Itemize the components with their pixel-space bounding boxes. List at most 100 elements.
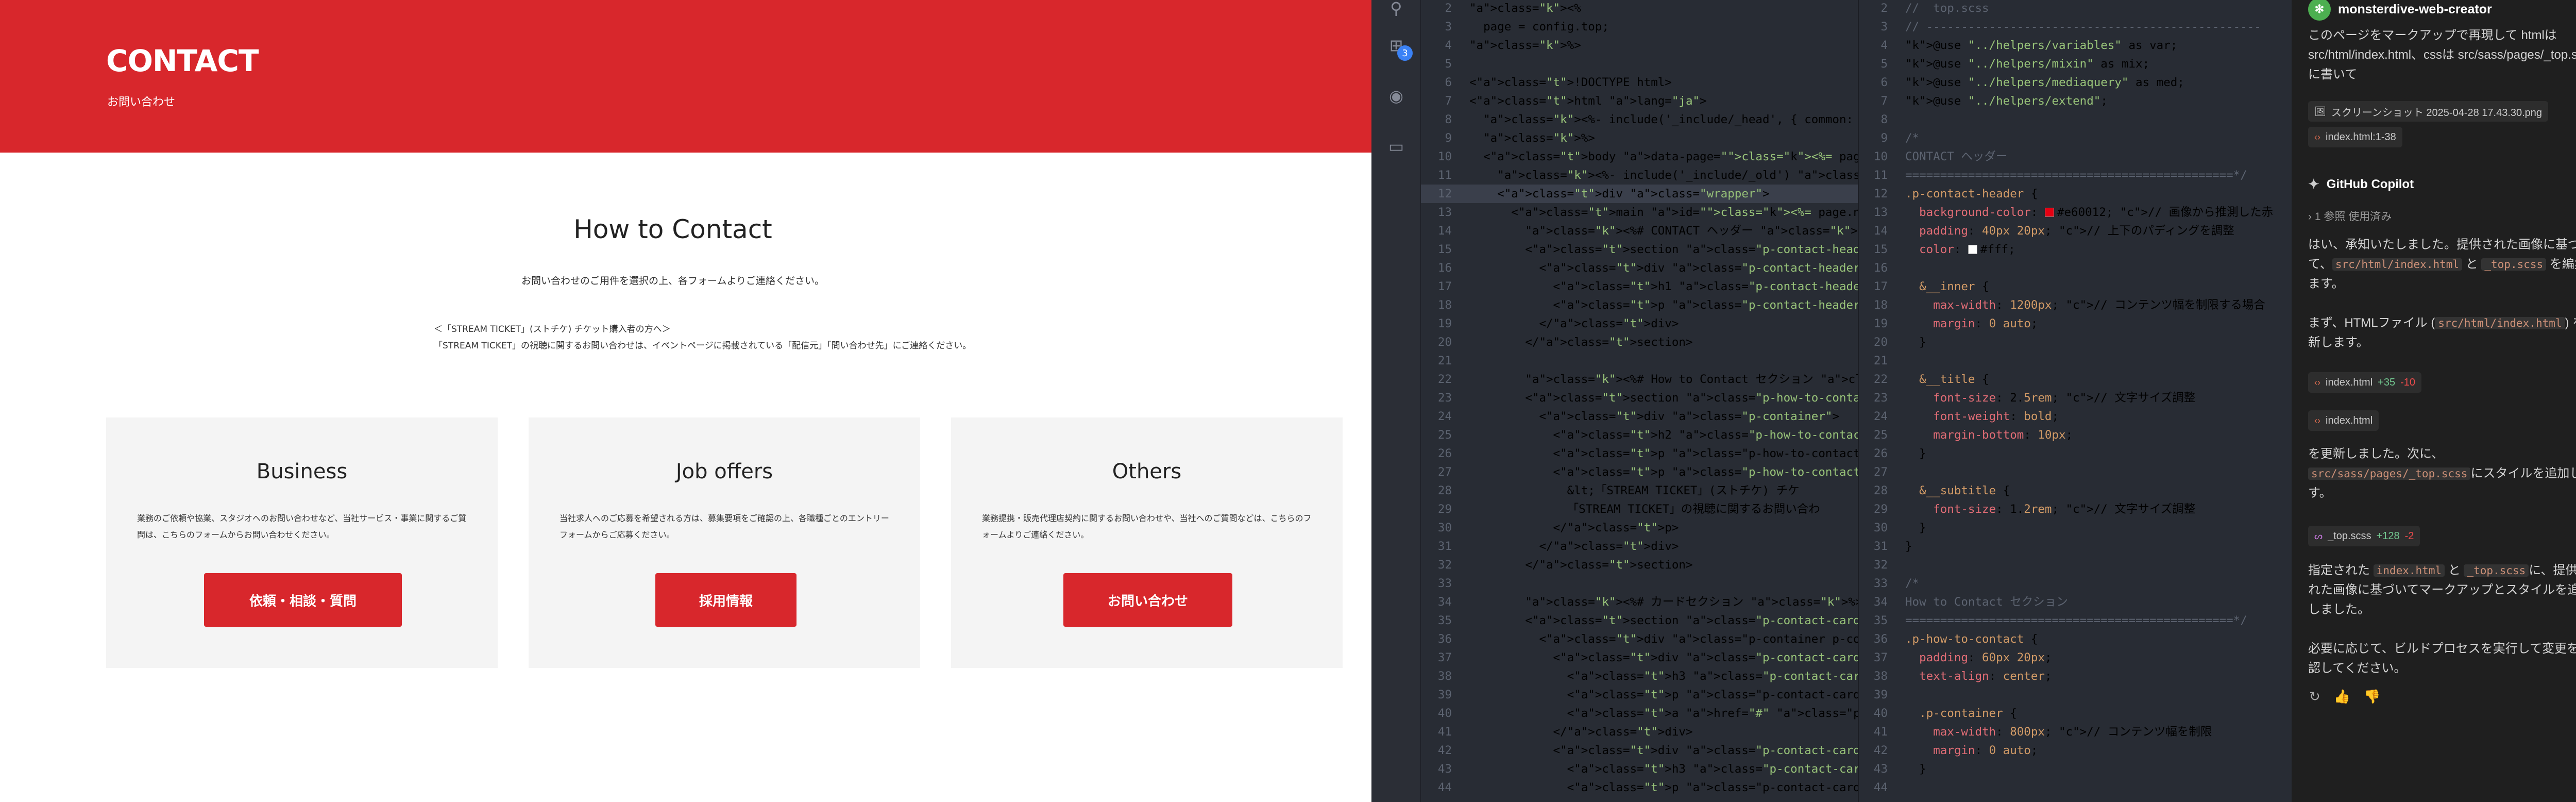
code-line[interactable]: 22 "a">class="k"><%# How to Contact セクショ… xyxy=(1421,370,1858,389)
code-line[interactable]: 44 xyxy=(1859,778,2292,797)
code-line[interactable]: 35 ======================================… xyxy=(1859,611,2292,630)
code-line[interactable]: 29 font-size: 1.2rem; "c">// 文字サイズ調整 xyxy=(1859,500,2292,519)
file-ref-index-html[interactable]: ‹› index.html xyxy=(2308,410,2379,431)
code-line[interactable]: 11 "a">class="k"><%- include('_include/_… xyxy=(1421,166,1858,185)
code-line[interactable]: 43 } xyxy=(1859,760,2292,778)
code-line[interactable]: 16 xyxy=(1859,259,2292,277)
folder-icon[interactable]: ▭ xyxy=(1385,135,1408,158)
code-line[interactable]: 13 <"a">class="t">main "a">id="">class="… xyxy=(1421,203,1858,222)
code-line[interactable]: 34 "a">class="k"><%# カードセクション "a">class=… xyxy=(1421,593,1858,611)
code-line[interactable]: 32 xyxy=(1859,556,2292,574)
others-inquiry-button[interactable]: お問い合わせ xyxy=(1063,573,1232,627)
code-line[interactable]: 17 &__inner { xyxy=(1859,277,2292,296)
search-icon[interactable]: ⚲ xyxy=(1385,0,1408,20)
code-line[interactable]: 29 「STREAM TICKET」の視聴に関するお問い合わ xyxy=(1421,500,1858,519)
code-line[interactable]: 34 How to Contact セクション xyxy=(1859,593,2292,611)
code-line[interactable]: 42 <"a">class="t">div "a">class="p-conta… xyxy=(1421,741,1858,760)
code-line[interactable]: 3 page = config.top; xyxy=(1421,18,1858,36)
code-line[interactable]: 43 <"a">class="t">h3 "a">class="p-contac… xyxy=(1421,760,1858,778)
code-line[interactable]: 39 xyxy=(1859,686,2292,704)
code-line[interactable]: 2 "a">class="k"><% xyxy=(1421,0,1858,18)
code-line[interactable]: 4 "a">class="k">%> xyxy=(1421,36,1858,55)
code-line[interactable]: 41 max-width: 800px; "c">// コンテンツ幅を制限 xyxy=(1859,723,2292,741)
code-line[interactable]: 21 xyxy=(1859,352,2292,370)
business-inquiry-button[interactable]: 依頼・相談・質問 xyxy=(204,573,402,627)
code-line[interactable]: 26 <"a">class="t">p "a">class="p-how-to-… xyxy=(1421,444,1858,463)
code-line[interactable]: 14 "a">class="k"><%# CONTACT ヘッダー "a">cl… xyxy=(1421,222,1858,240)
code-line[interactable]: 19 margin: 0 auto; xyxy=(1859,314,2292,333)
code-line[interactable]: 10 CONTACT ヘッダー xyxy=(1859,147,2292,166)
code-line[interactable]: 23 <"a">class="t">section "a">class="p-h… xyxy=(1421,389,1858,407)
code-line[interactable]: 10 <"a">class="t">body "a">data-page="">… xyxy=(1421,147,1858,166)
file-ref[interactable]: _top.scss xyxy=(2464,564,2529,577)
editor-index-html[interactable]: 2 "a">class="k"><% 3 page = config.top; 4 "a… xyxy=(1421,0,1858,802)
code-line[interactable]: 21 xyxy=(1421,352,1858,370)
code-line[interactable]: 31} xyxy=(1859,537,2292,556)
code-line[interactable]: 38 <"a">class="t">h3 "a">class="p-contac… xyxy=(1421,667,1858,686)
code-line[interactable]: 13 background-color: #e60012; "c">// 画像か… xyxy=(1859,203,2292,222)
code-line[interactable]: 16 <"a">class="t">div "a">class="p-conta… xyxy=(1421,259,1858,277)
code-line[interactable]: 38 text-align: center; xyxy=(1859,667,2292,686)
code-line[interactable]: 24 font-weight: bold; xyxy=(1859,407,2292,426)
file-ref[interactable]: _top.scss xyxy=(2481,258,2547,271)
attachment-index-html[interactable]: ‹› index.html:1-38 xyxy=(2308,127,2402,147)
code-line[interactable]: 33 xyxy=(1421,574,1858,593)
code-line[interactable]: 6 "k">@use "../helpers/mediaquery" as med… xyxy=(1859,73,2292,92)
code-line[interactable]: 19 </"a">class="t">div> xyxy=(1421,314,1858,333)
edit-summary-index-html[interactable]: ‹› index.html +35 -10 xyxy=(2308,372,2421,393)
code-line[interactable]: 40 <"a">class="t">a "a">href="#" "a">cla… xyxy=(1421,704,1858,723)
code-line[interactable]: 18 max-width: 1200px; "c">// コンテンツ幅を制限する… xyxy=(1859,296,2292,314)
code-line[interactable]: 15 color: #fff; xyxy=(1859,240,2292,259)
code-line[interactable]: 39 <"a">class="t">p "a">class="p-contact… xyxy=(1421,686,1858,704)
code-line[interactable]: 37 <"a">class="t">div "a">class="p-conta… xyxy=(1421,648,1858,667)
code-line[interactable]: 27 xyxy=(1859,463,2292,481)
code-line[interactable]: 23 font-size: 2.5rem; "c">// 文字サイズ調整 xyxy=(1859,389,2292,407)
code-line[interactable]: 28 &__subtitle { xyxy=(1859,481,2292,500)
file-ref[interactable]: src/html/index.html xyxy=(2332,258,2463,271)
code-line[interactable]: 35 <"a">class="t">section "a">class="p-c… xyxy=(1421,611,1858,630)
code-line[interactable]: 5 xyxy=(1421,55,1858,73)
thumbs-up-icon[interactable]: 👍 xyxy=(2334,689,2350,705)
editor-top-scss[interactable]: 2// top.scss 3// ------------------------… xyxy=(1858,0,2292,802)
code-line[interactable]: 36 <"a">class="t">div "a">class="p-conta… xyxy=(1421,630,1858,648)
code-line[interactable]: 9 "a">class="k">%> xyxy=(1421,129,1858,147)
code-line[interactable]: 41 </"a">class="t">div> xyxy=(1421,723,1858,741)
code-line[interactable]: 18 <"a">class="t">p "a">class="p-contact… xyxy=(1421,296,1858,314)
code-line[interactable]: 44 <"a">class="t">p "a">class="p-contact… xyxy=(1421,778,1858,797)
recruit-info-button[interactable]: 採用情報 xyxy=(655,573,796,627)
code-line[interactable]: 9/* xyxy=(1859,129,2292,147)
edit-summary-top-scss[interactable]: ᔕ _top.scss +128 -2 xyxy=(2308,526,2420,546)
code-line[interactable]: 22 &__title { xyxy=(1859,370,2292,389)
code-line[interactable]: 30 </"a">class="t">p> xyxy=(1421,519,1858,537)
file-ref[interactable]: index.html xyxy=(2373,564,2445,577)
code-line[interactable]: 8 "a">class="k"><%- include('_include/_h… xyxy=(1421,110,1858,129)
code-line[interactable]: 33/* xyxy=(1859,574,2292,593)
code-line[interactable]: 24 <"a">class="t">div "a">class="p-conta… xyxy=(1421,407,1858,426)
code-line[interactable]: 6 <"a">class="t">!DOCTYPE html> xyxy=(1421,73,1858,92)
code-line[interactable]: 12 <"a">class="t">div "a">class="wrapper… xyxy=(1421,185,1858,203)
code-line[interactable]: 15 <"a">class="t">section "a">class="p-c… xyxy=(1421,240,1858,259)
code-line[interactable]: 25 <"a">class="t">h2 "a">class="p-how-to… xyxy=(1421,426,1858,444)
code-line[interactable]: 30 } xyxy=(1859,519,2292,537)
code-line[interactable]: 5 "k">@use "../helpers/mixin" as mix; xyxy=(1859,55,2292,73)
code-line[interactable]: 7 <"a">class="t">html "a">lang="ja"> xyxy=(1421,92,1858,110)
retry-icon[interactable]: ↻ xyxy=(2309,689,2320,705)
code-line[interactable]: 14 padding: 40px 20px; "c">// 上下のパディングを調… xyxy=(1859,222,2292,240)
code-line[interactable]: 12 .p-contact-header { xyxy=(1859,185,2292,203)
docker-icon[interactable]: ◉ xyxy=(1385,85,1408,107)
code-line[interactable]: 20 } xyxy=(1859,333,2292,352)
code-line[interactable]: 4 "k">@use "../helpers/variables" as var; xyxy=(1859,36,2292,55)
thumbs-down-icon[interactable]: 👎 xyxy=(2364,689,2380,705)
references-used[interactable]: › 1 参照 使用済み xyxy=(2308,207,2576,227)
code-line[interactable]: 8 xyxy=(1859,110,2292,129)
code-line[interactable]: 20 </"a">class="t">section> xyxy=(1421,333,1858,352)
code-line[interactable]: 26 } xyxy=(1859,444,2292,463)
code-line[interactable]: 36 .p-how-to-contact { xyxy=(1859,630,2292,648)
file-ref[interactable]: src/html/index.html xyxy=(2435,317,2565,329)
code-line[interactable]: 42 margin: 0 auto; xyxy=(1859,741,2292,760)
code-line[interactable]: 37 padding: 60px 20px; xyxy=(1859,648,2292,667)
code-line[interactable]: 32 </"a">class="t">section> xyxy=(1421,556,1858,574)
file-ref[interactable]: src/sass/pages/_top.scss xyxy=(2308,467,2471,480)
code-line[interactable]: 3// ------------------------------------… xyxy=(1859,18,2292,36)
code-line[interactable]: 2// top.scss xyxy=(1859,0,2292,18)
